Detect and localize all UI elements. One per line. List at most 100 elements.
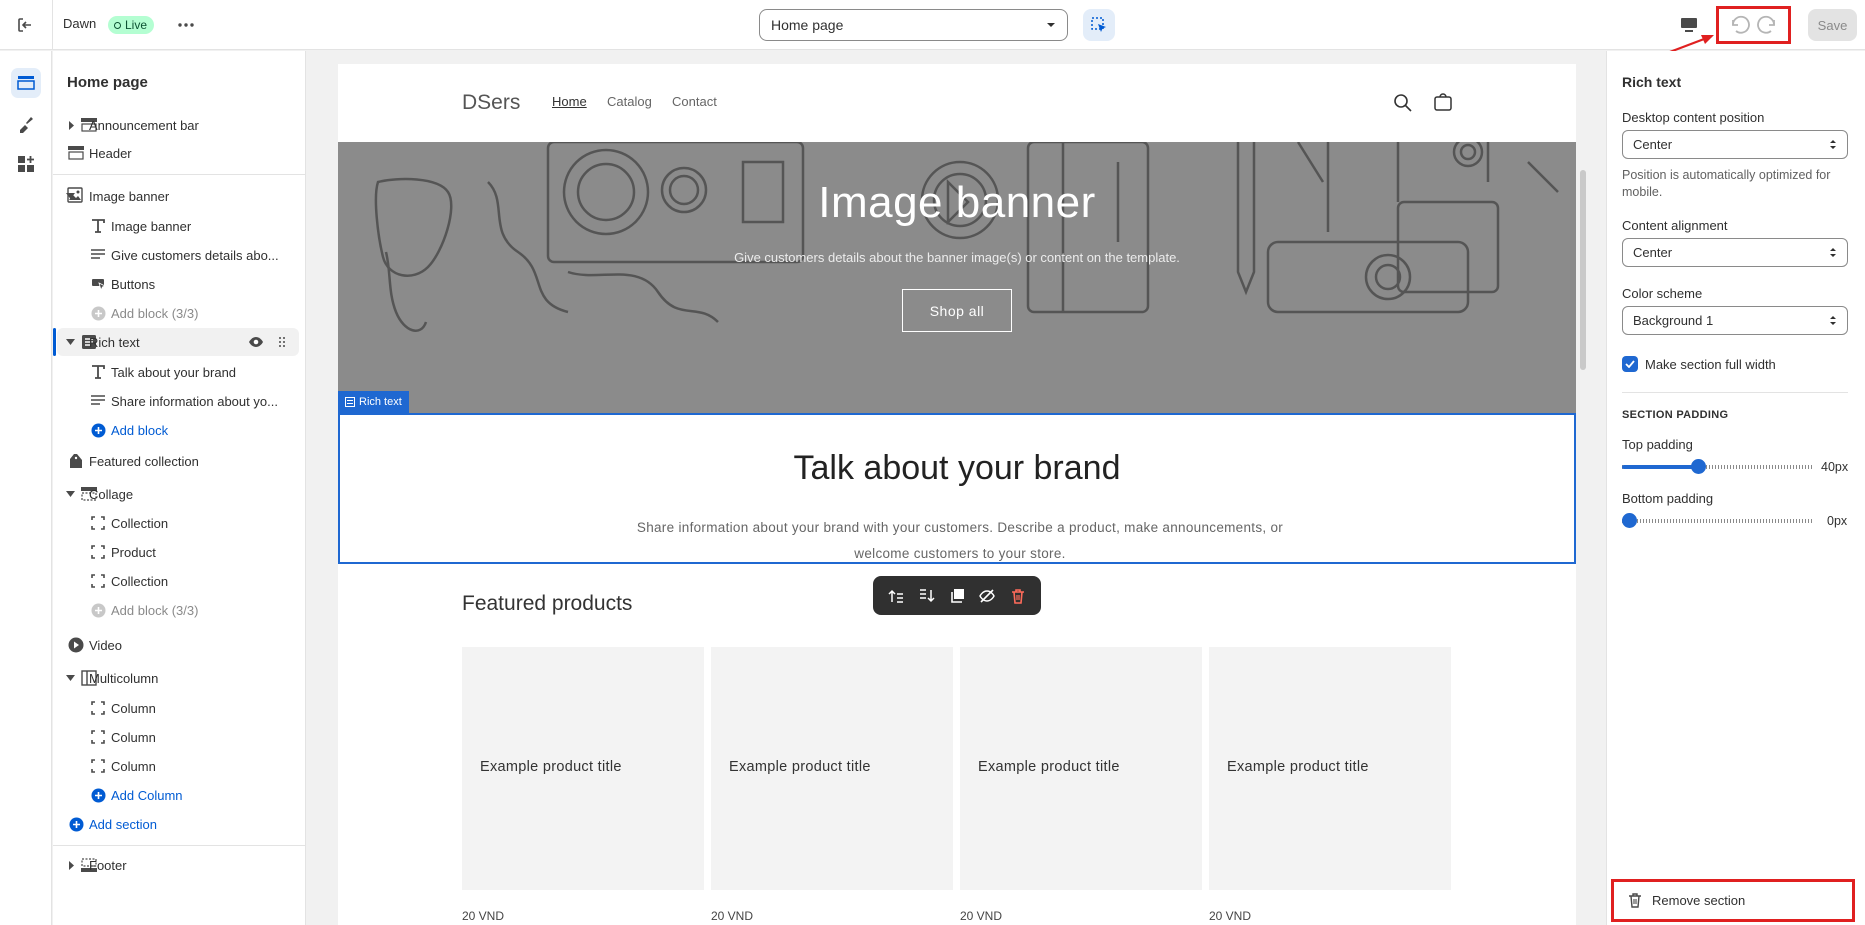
store-preview[interactable]: DSers Home Catalog Contact Image banner … [338,64,1576,925]
search-icon[interactable] [1393,93,1413,113]
sidebar-block-banner-text[interactable]: Give customers details abo... [53,241,305,269]
sidebar-item-multicolumn[interactable]: Multicolumn [53,664,305,692]
slider-fill [1622,465,1698,469]
sidebar-block-column[interactable]: Column [53,723,305,751]
sidebar-item-featured-collection[interactable]: Featured collection [53,447,305,475]
product-card[interactable]: Example product title [960,647,1202,890]
drag-handle-icon[interactable] [273,333,291,351]
add-block-button[interactable]: Add block [53,416,305,444]
select-arrows-icon [1830,140,1836,149]
section-toolbar [873,576,1041,615]
sidebar-block-rich-text-heading[interactable]: Talk about your brand [53,358,305,386]
sidebar-block-product[interactable]: Product [53,538,305,566]
image-icon [67,187,85,205]
cart-icon[interactable] [1433,92,1453,112]
add-column-button[interactable]: Add Column [53,781,305,809]
sidebar-block-image-banner[interactable]: Image banner [53,212,305,240]
sidebar-item-label: Product [111,544,156,560]
slider-handle[interactable] [1622,513,1637,528]
theme-settings-icon[interactable] [11,109,41,139]
store-header: DSers Home Catalog Contact [338,64,1576,142]
sidebar-item-label: Collection [111,515,169,531]
checkbox-label: Make section full width [1645,356,1776,372]
product-price: 20 VND [1209,909,1252,923]
sidebar-block-column[interactable]: Column [53,694,305,722]
sidebar-item-label: Add Column [111,787,183,803]
sidebar-item-header[interactable]: Header [53,139,305,167]
play-icon [67,636,85,654]
preview-scrollbar[interactable] [1580,170,1586,370]
full-width-checkbox[interactable]: Make section full width [1622,356,1776,372]
caret-down-icon[interactable] [66,674,75,683]
select-value: Center [1633,137,1673,152]
more-actions-icon[interactable] [175,14,197,36]
sidebar-item-collage[interactable]: Collage [53,480,305,508]
sidebar-item-video[interactable]: Video [53,631,305,659]
section-header-icon [67,144,85,162]
sidebar-item-footer[interactable]: Footer [53,851,305,879]
exit-icon[interactable] [14,14,36,36]
bottom-padding-slider[interactable] [1622,513,1812,528]
undo-icon[interactable] [1728,15,1751,35]
add-block-button[interactable]: Add block (3/3) [53,299,305,327]
divider [1622,392,1848,393]
store-logo[interactable]: DSers [462,91,520,115]
shop-all-button[interactable]: Shop all [902,289,1012,332]
product-card[interactable]: Example product title [1209,647,1451,890]
nav-link-contact[interactable]: Contact [672,94,717,109]
add-block-button[interactable]: Add block (3/3) [53,596,305,624]
save-button[interactable]: Save [1808,9,1857,41]
image-banner[interactable]: Image banner Give customers details abou… [338,142,1576,414]
caret-right-icon[interactable] [66,860,75,870]
desktop-position-select[interactable]: Center [1622,130,1848,159]
caret-down-icon[interactable] [66,338,75,347]
caret-down-icon[interactable] [66,490,75,499]
add-section-button[interactable]: Add section [53,810,305,838]
rich-text-body: Share information about your brand with … [636,520,1284,561]
sections-icon[interactable] [11,68,41,98]
inspector-icon[interactable] [1083,9,1115,41]
nav-link-home[interactable]: Home [552,94,587,109]
nav-link-catalog[interactable]: Catalog [607,94,652,109]
sidebar-item-label: Video [89,637,123,653]
product-card[interactable]: Example product title [711,647,953,890]
move-up-icon[interactable] [888,588,904,604]
color-scheme-select[interactable]: Background 1 [1622,306,1848,335]
banner-subtitle: Give customers details about the banner … [734,250,1180,265]
sidebar-block-collection[interactable]: Collection [53,567,305,595]
redo-icon[interactable] [1756,15,1779,35]
sidebar-item-label: Footer [89,857,127,873]
delete-icon[interactable] [1010,588,1026,604]
product-title: Example product title [1227,759,1369,775]
sidebar-block-buttons[interactable]: Buttons [53,270,305,298]
sidebar-block-rich-text-body[interactable]: Share information about yo... [53,387,305,415]
content-alignment-select[interactable]: Center [1622,238,1848,267]
sidebar-item-announcement-bar[interactable]: Announcement bar [53,111,305,139]
paragraph-icon [89,392,107,410]
remove-section-button[interactable]: Remove section [1611,879,1855,922]
sidebar-item-label: Image banner [89,188,170,204]
sidebar-item-label: Rich text [89,334,140,350]
eye-icon[interactable] [247,333,265,351]
remove-section-label: Remove section [1652,893,1746,908]
rich-text-section[interactable]: Talk about your brand Share information … [338,413,1576,564]
top-padding-slider[interactable] [1622,459,1812,474]
sidebar-item-label: Give customers details abo... [111,247,279,263]
move-down-icon[interactable] [919,588,935,604]
product-title: Example product title [729,759,871,775]
add-circle-icon [89,786,107,804]
text-icon [89,217,107,235]
slider-handle[interactable] [1691,459,1706,474]
duplicate-icon[interactable] [949,588,965,604]
sidebar-block-collection[interactable]: Collection [53,509,305,537]
sidebar-item-image-banner[interactable]: Image banner [53,182,305,210]
product-card[interactable]: Example product title [462,647,704,890]
hide-icon[interactable] [979,588,996,604]
top-padding-value: 40px [1821,460,1849,474]
caret-right-icon[interactable] [66,120,75,130]
color-scheme-label: Color scheme [1622,286,1703,301]
page-select[interactable]: Home page [759,9,1068,41]
app-embeds-icon[interactable] [11,149,41,179]
sidebar-item-rich-text[interactable]: Rich text [53,328,299,356]
sidebar-block-column[interactable]: Column [53,752,305,780]
